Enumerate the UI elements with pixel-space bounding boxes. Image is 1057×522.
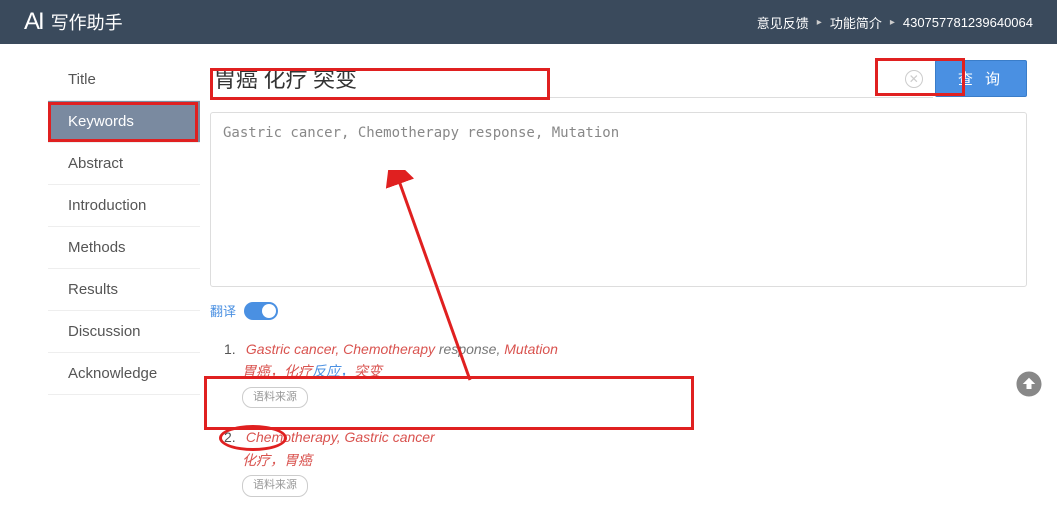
app-logo: AI 写作助手 <box>24 8 123 36</box>
feedback-link[interactable]: 意见反馈 <box>757 13 809 32</box>
result-number: 1. <box>224 338 242 360</box>
search-input[interactable] <box>210 59 933 98</box>
source-button[interactable]: 语料来源 <box>242 475 308 497</box>
sidebar-item-acknowledge[interactable]: Acknowledge <box>48 353 200 395</box>
sidebar: Title Keywords Abstract Introduction Met… <box>0 44 200 522</box>
features-link[interactable]: 功能简介 <box>830 13 882 32</box>
results-list: 1. Gastric cancer, Chemotherapy response… <box>210 338 1027 497</box>
result-chinese: 化疗，胃癌 <box>242 449 1027 471</box>
search-row: ✕ 查 询 <box>210 59 1027 98</box>
sidebar-item-keywords[interactable]: Keywords <box>48 101 200 143</box>
sidebar-item-abstract[interactable]: Abstract <box>48 143 200 185</box>
result-english: Gastric cancer, Chemotherapy response, M… <box>246 341 558 357</box>
sidebar-item-introduction[interactable]: Introduction <box>48 185 200 227</box>
content: ✕ 查 询 Gastric cancer, Chemotherapy respo… <box>200 44 1057 522</box>
logo-icon: AI <box>24 8 43 36</box>
user-id[interactable]: 430757781239640064 <box>903 15 1033 30</box>
query-button[interactable]: 查 询 <box>935 60 1027 97</box>
translate-label: 翻译 <box>210 301 236 320</box>
translate-toggle[interactable] <box>244 302 278 320</box>
result-item: 2. Chemotherapy, Gastric cancer 化疗，胃癌 语料… <box>224 426 1027 496</box>
separator: ▸ <box>817 17 822 28</box>
header-right: 意见反馈 ▸ 功能简介 ▸ 430757781239640064 <box>757 13 1033 32</box>
header: AI 写作助手 意见反馈 ▸ 功能简介 ▸ 430757781239640064 <box>0 0 1057 44</box>
sidebar-item-methods[interactable]: Methods <box>48 227 200 269</box>
result-number: 2. <box>224 426 242 448</box>
separator: ▸ <box>890 17 895 28</box>
translate-row: 翻译 <box>210 301 1027 320</box>
scroll-top-button[interactable] <box>1011 366 1047 402</box>
result-english: Chemotherapy, Gastric cancer <box>246 429 435 445</box>
arrow-up-icon <box>1014 369 1044 399</box>
sidebar-item-results[interactable]: Results <box>48 269 200 311</box>
result-item: 1. Gastric cancer, Chemotherapy response… <box>224 338 1027 408</box>
sidebar-item-title[interactable]: Title <box>48 59 200 101</box>
sidebar-item-discussion[interactable]: Discussion <box>48 311 200 353</box>
toggle-knob <box>262 304 276 318</box>
app-name: 写作助手 <box>51 9 123 35</box>
source-button[interactable]: 语料来源 <box>242 387 308 409</box>
result-textarea[interactable]: Gastric cancer, Chemotherapy response, M… <box>210 112 1027 287</box>
clear-icon[interactable]: ✕ <box>905 70 923 88</box>
result-chinese: 胃癌，化疗反应，突变 <box>242 360 1027 382</box>
